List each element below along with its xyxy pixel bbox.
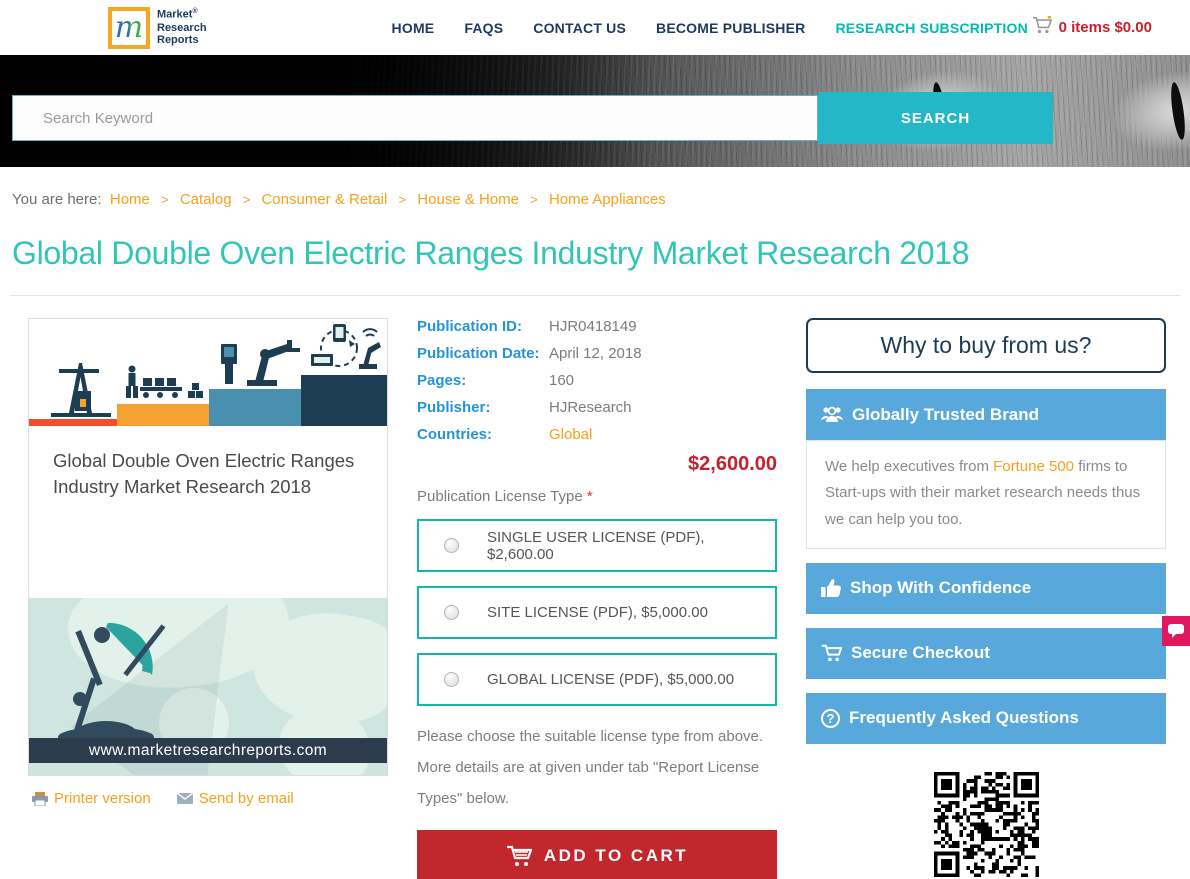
main-content: Global Double Oven Electric Ranges Indus… <box>0 296 1190 879</box>
breadcrumb-house-home[interactable]: House & Home <box>417 191 519 208</box>
add-to-cart-button[interactable]: ADD TO CART <box>417 830 777 879</box>
panel-globally-trusted-brand: Globally Trusted Brand <box>806 389 1166 440</box>
thumbs-up-icon <box>821 579 841 598</box>
breadcrumb-home-appliances[interactable]: Home Appliances <box>549 191 666 208</box>
nav-contact-us[interactable]: CONTACT US <box>533 20 626 36</box>
chat-widget-button[interactable] <box>1162 616 1190 646</box>
qr-code <box>934 772 1039 877</box>
email-icon <box>177 793 193 804</box>
header-cart[interactable]: 0 items $0.00 <box>1032 16 1152 39</box>
main-nav: HOME FAQS CONTACT US BECOME PUBLISHER RE… <box>392 20 1028 36</box>
printer-icon <box>32 792 48 806</box>
cart-icon <box>1032 16 1052 39</box>
smart-automation-icon <box>305 322 385 372</box>
hero-banner: SEARCH <box>0 55 1190 167</box>
qr-code-block <box>806 772 1166 879</box>
radio-button[interactable] <box>444 672 459 687</box>
cover-step-blue <box>209 389 301 426</box>
cover-step-red <box>29 419 117 426</box>
license-option-global[interactable]: GLOBAL LICENSE (PDF), $5,000.00 <box>417 653 777 706</box>
detail-publisher: Publisher: HJResearch <box>417 399 777 416</box>
license-note: Please choose the suitable license type … <box>417 722 777 814</box>
logo-mark: m <box>108 7 150 49</box>
trusted-brand-text: We help executives from Fortune 500 firm… <box>806 440 1166 549</box>
cart-summary: 0 items $0.00 <box>1059 19 1152 36</box>
detail-publication-date: Publication Date: April 12, 2018 <box>417 345 777 362</box>
radio-button[interactable] <box>444 538 459 553</box>
countries-global-link[interactable]: Global <box>549 426 592 443</box>
logo-monogram: m <box>115 13 143 43</box>
detail-countries: Countries: Global <box>417 426 777 443</box>
cover-step-orange <box>117 404 209 426</box>
breadcrumb-consumer-retail[interactable]: Consumer & Retail <box>261 191 387 208</box>
license-option-site[interactable]: SITE LICENSE (PDF), $5,000.00 <box>417 586 777 639</box>
nav-faqs[interactable]: FAQS <box>464 20 503 36</box>
page-title: Global Double Oven Electric Ranges Indus… <box>12 235 1178 272</box>
cover-map-graphic: www.marketresearchreports.com <box>29 598 387 775</box>
cover-website-bar: www.marketresearchreports.com <box>29 738 387 763</box>
detail-pages: Pages: 160 <box>417 372 777 389</box>
question-circle-icon: ? <box>821 709 840 728</box>
license-type-label: Publication License Type * <box>417 488 777 505</box>
sidebar-column: Why to buy from us? Globally Trusted Bra… <box>806 318 1166 879</box>
breadcrumb-catalog[interactable]: Catalog <box>180 191 232 208</box>
search-input[interactable] <box>12 95 818 141</box>
robot-arm-icon <box>221 336 301 388</box>
cover-title-text: Global Double Oven Electric Ranges Indus… <box>29 426 387 598</box>
speech-bubble-icon <box>1168 624 1184 638</box>
nav-home[interactable]: HOME <box>392 20 435 36</box>
oil-rig-icon <box>51 357 111 419</box>
radio-button[interactable] <box>444 605 459 620</box>
desk-lamp-icon <box>44 607 179 747</box>
nav-research-subscription[interactable]: RESEARCH SUBSCRIPTION <box>835 20 1027 36</box>
nav-become-publisher[interactable]: BECOME PUBLISHER <box>656 20 805 36</box>
industry-illustration <box>29 319 387 426</box>
breadcrumb-home[interactable]: Home <box>110 191 150 208</box>
cart-icon <box>821 644 842 662</box>
panel-shop-with-confidence: Shop With Confidence <box>806 563 1166 614</box>
assembly-line-icon <box>125 365 203 403</box>
report-cover-column: Global Double Oven Electric Ranges Indus… <box>28 318 388 879</box>
report-cover-image: Global Double Oven Electric Ranges Indus… <box>28 318 388 776</box>
license-option-single-user[interactable]: SINGLE USER LICENSE (PDF), $2,600.00 <box>417 519 777 572</box>
users-icon <box>821 406 843 423</box>
report-price: $2,600.00 <box>417 453 777 476</box>
logo-wordmark: Market® Research Reports <box>157 8 207 47</box>
search-button[interactable]: SEARCH <box>818 92 1053 144</box>
send-by-email-link[interactable]: Send by email <box>177 790 294 807</box>
cover-step-navy <box>301 375 387 426</box>
printer-version-link[interactable]: Printer version <box>32 790 151 807</box>
panel-frequently-asked-questions[interactable]: ? Frequently Asked Questions <box>806 693 1166 744</box>
why-buy-box: Why to buy from us? <box>806 318 1166 373</box>
report-details-column: Publication ID: HJR0418149 Publication D… <box>417 318 777 879</box>
site-header: m Market® Research Reports HOME FAQS CON… <box>0 0 1190 55</box>
breadcrumb: You are here: Home > Catalog > Consumer … <box>0 167 1190 208</box>
cover-action-links: Printer version Send by email <box>28 790 388 807</box>
fortune-500-link[interactable]: Fortune 500 <box>993 458 1074 475</box>
detail-publication-id: Publication ID: HJR0418149 <box>417 318 777 335</box>
search-bar: SEARCH <box>12 92 1053 144</box>
cart-icon <box>506 845 532 867</box>
panel-secure-checkout: Secure Checkout <box>806 628 1166 679</box>
site-logo[interactable]: m Market® Research Reports <box>108 7 207 49</box>
breadcrumb-prefix: You are here: <box>12 191 102 208</box>
